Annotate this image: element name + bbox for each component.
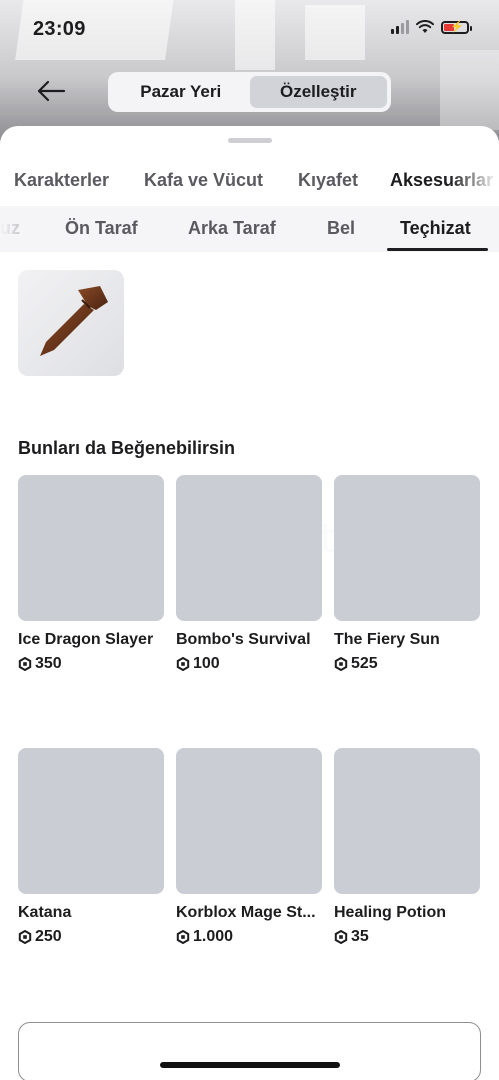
tab-clothing[interactable]: Kıyafet <box>298 170 358 191</box>
recommended-item-card[interactable]: Healing Potion 35 <box>334 748 480 946</box>
tab-front[interactable]: Ön Taraf <box>65 218 138 239</box>
equipped-gear-item[interactable] <box>18 270 124 376</box>
item-name: The Fiery Sun <box>334 631 440 648</box>
partial-bottom-button[interactable] <box>18 1022 481 1080</box>
recommended-item-card[interactable]: Korblox Mage St... 1.000 <box>176 748 322 946</box>
price-value: 350 <box>35 655 62 672</box>
recommended-item-card[interactable]: The Fiery Sun 525 <box>334 475 480 673</box>
wifi-icon <box>416 20 434 33</box>
robux-icon <box>18 657 32 671</box>
item-name: Katana <box>18 904 72 921</box>
item-price: 350 <box>18 655 164 673</box>
tab-back[interactable]: Arka Taraf <box>188 218 276 239</box>
robux-icon <box>334 930 348 944</box>
tab-characters[interactable]: Karakterler <box>14 170 109 191</box>
robux-icon <box>176 657 190 671</box>
tab-head-and-body[interactable]: Kafa ve Vücut <box>144 170 263 191</box>
item-thumbnail[interactable] <box>334 748 480 894</box>
price-value: 525 <box>351 655 378 672</box>
recommended-item-card[interactable]: Bombo's Survival 100 <box>176 475 322 673</box>
tab-waist[interactable]: Bel <box>327 218 355 239</box>
category-tabs: Karakterler Kafa ve Vücut Kıyafet Aksesu… <box>0 166 499 200</box>
home-indicator[interactable] <box>160 1062 340 1068</box>
item-thumbnail[interactable] <box>334 475 480 621</box>
back-button[interactable] <box>34 76 68 106</box>
price-value: 35 <box>351 928 369 945</box>
item-price: 100 <box>176 655 322 673</box>
item-name: Ice Dragon Slayer <box>18 631 154 648</box>
recommended-item-card[interactable]: Katana 250 <box>18 748 164 946</box>
item-thumbnail[interactable] <box>176 475 322 621</box>
robux-icon <box>176 930 190 944</box>
price-value: 1.000 <box>193 928 234 945</box>
robux-icon <box>18 930 32 944</box>
price-value: 100 <box>193 655 220 672</box>
item-name: Healing Potion <box>334 904 446 921</box>
item-price: 35 <box>334 928 480 946</box>
cellular-signal-icon <box>391 20 409 34</box>
item-name: Korblox Mage St... <box>176 904 316 921</box>
item-price: 1.000 <box>176 928 322 946</box>
subcategory-tabs: uz Ön Taraf Arka Taraf Bel Teçhizat <box>0 206 499 252</box>
robux-icon <box>334 657 348 671</box>
tab-gear[interactable]: Teçhizat <box>400 218 471 239</box>
battery-icon: ⚡ <box>441 20 472 34</box>
status-bar: 23:09 ⚡ <box>0 0 499 60</box>
recommended-item-card[interactable]: Ice Dragon Slayer 350 <box>18 475 164 673</box>
item-thumbnail[interactable] <box>18 748 164 894</box>
recommendations-title: Bunları da Beğenebilirsin <box>18 438 236 458</box>
active-tab-underline <box>387 248 488 251</box>
sheet-drag-handle[interactable] <box>228 138 272 143</box>
avatar-editor-sheet: Karakterler Kafa ve Vücut Kıyafet Aksesu… <box>0 126 499 1080</box>
segment-marketplace[interactable]: Pazar Yeri <box>112 76 250 108</box>
rusty-nail-icon <box>40 286 108 356</box>
segment-customize[interactable]: Özelleştir <box>249 76 387 108</box>
item-thumbnail[interactable] <box>176 748 322 894</box>
arrow-left-icon <box>37 80 66 102</box>
item-thumbnail[interactable] <box>18 475 164 621</box>
status-time: 23:09 <box>33 18 86 40</box>
item-price: 250 <box>18 928 164 946</box>
price-value: 250 <box>35 928 62 945</box>
status-icons: ⚡ <box>391 20 472 34</box>
item-price: 525 <box>334 655 480 673</box>
mode-segmented-control: Pazar Yeri Özelleştir <box>108 72 391 112</box>
item-name: Bombo's Survival <box>176 631 311 648</box>
